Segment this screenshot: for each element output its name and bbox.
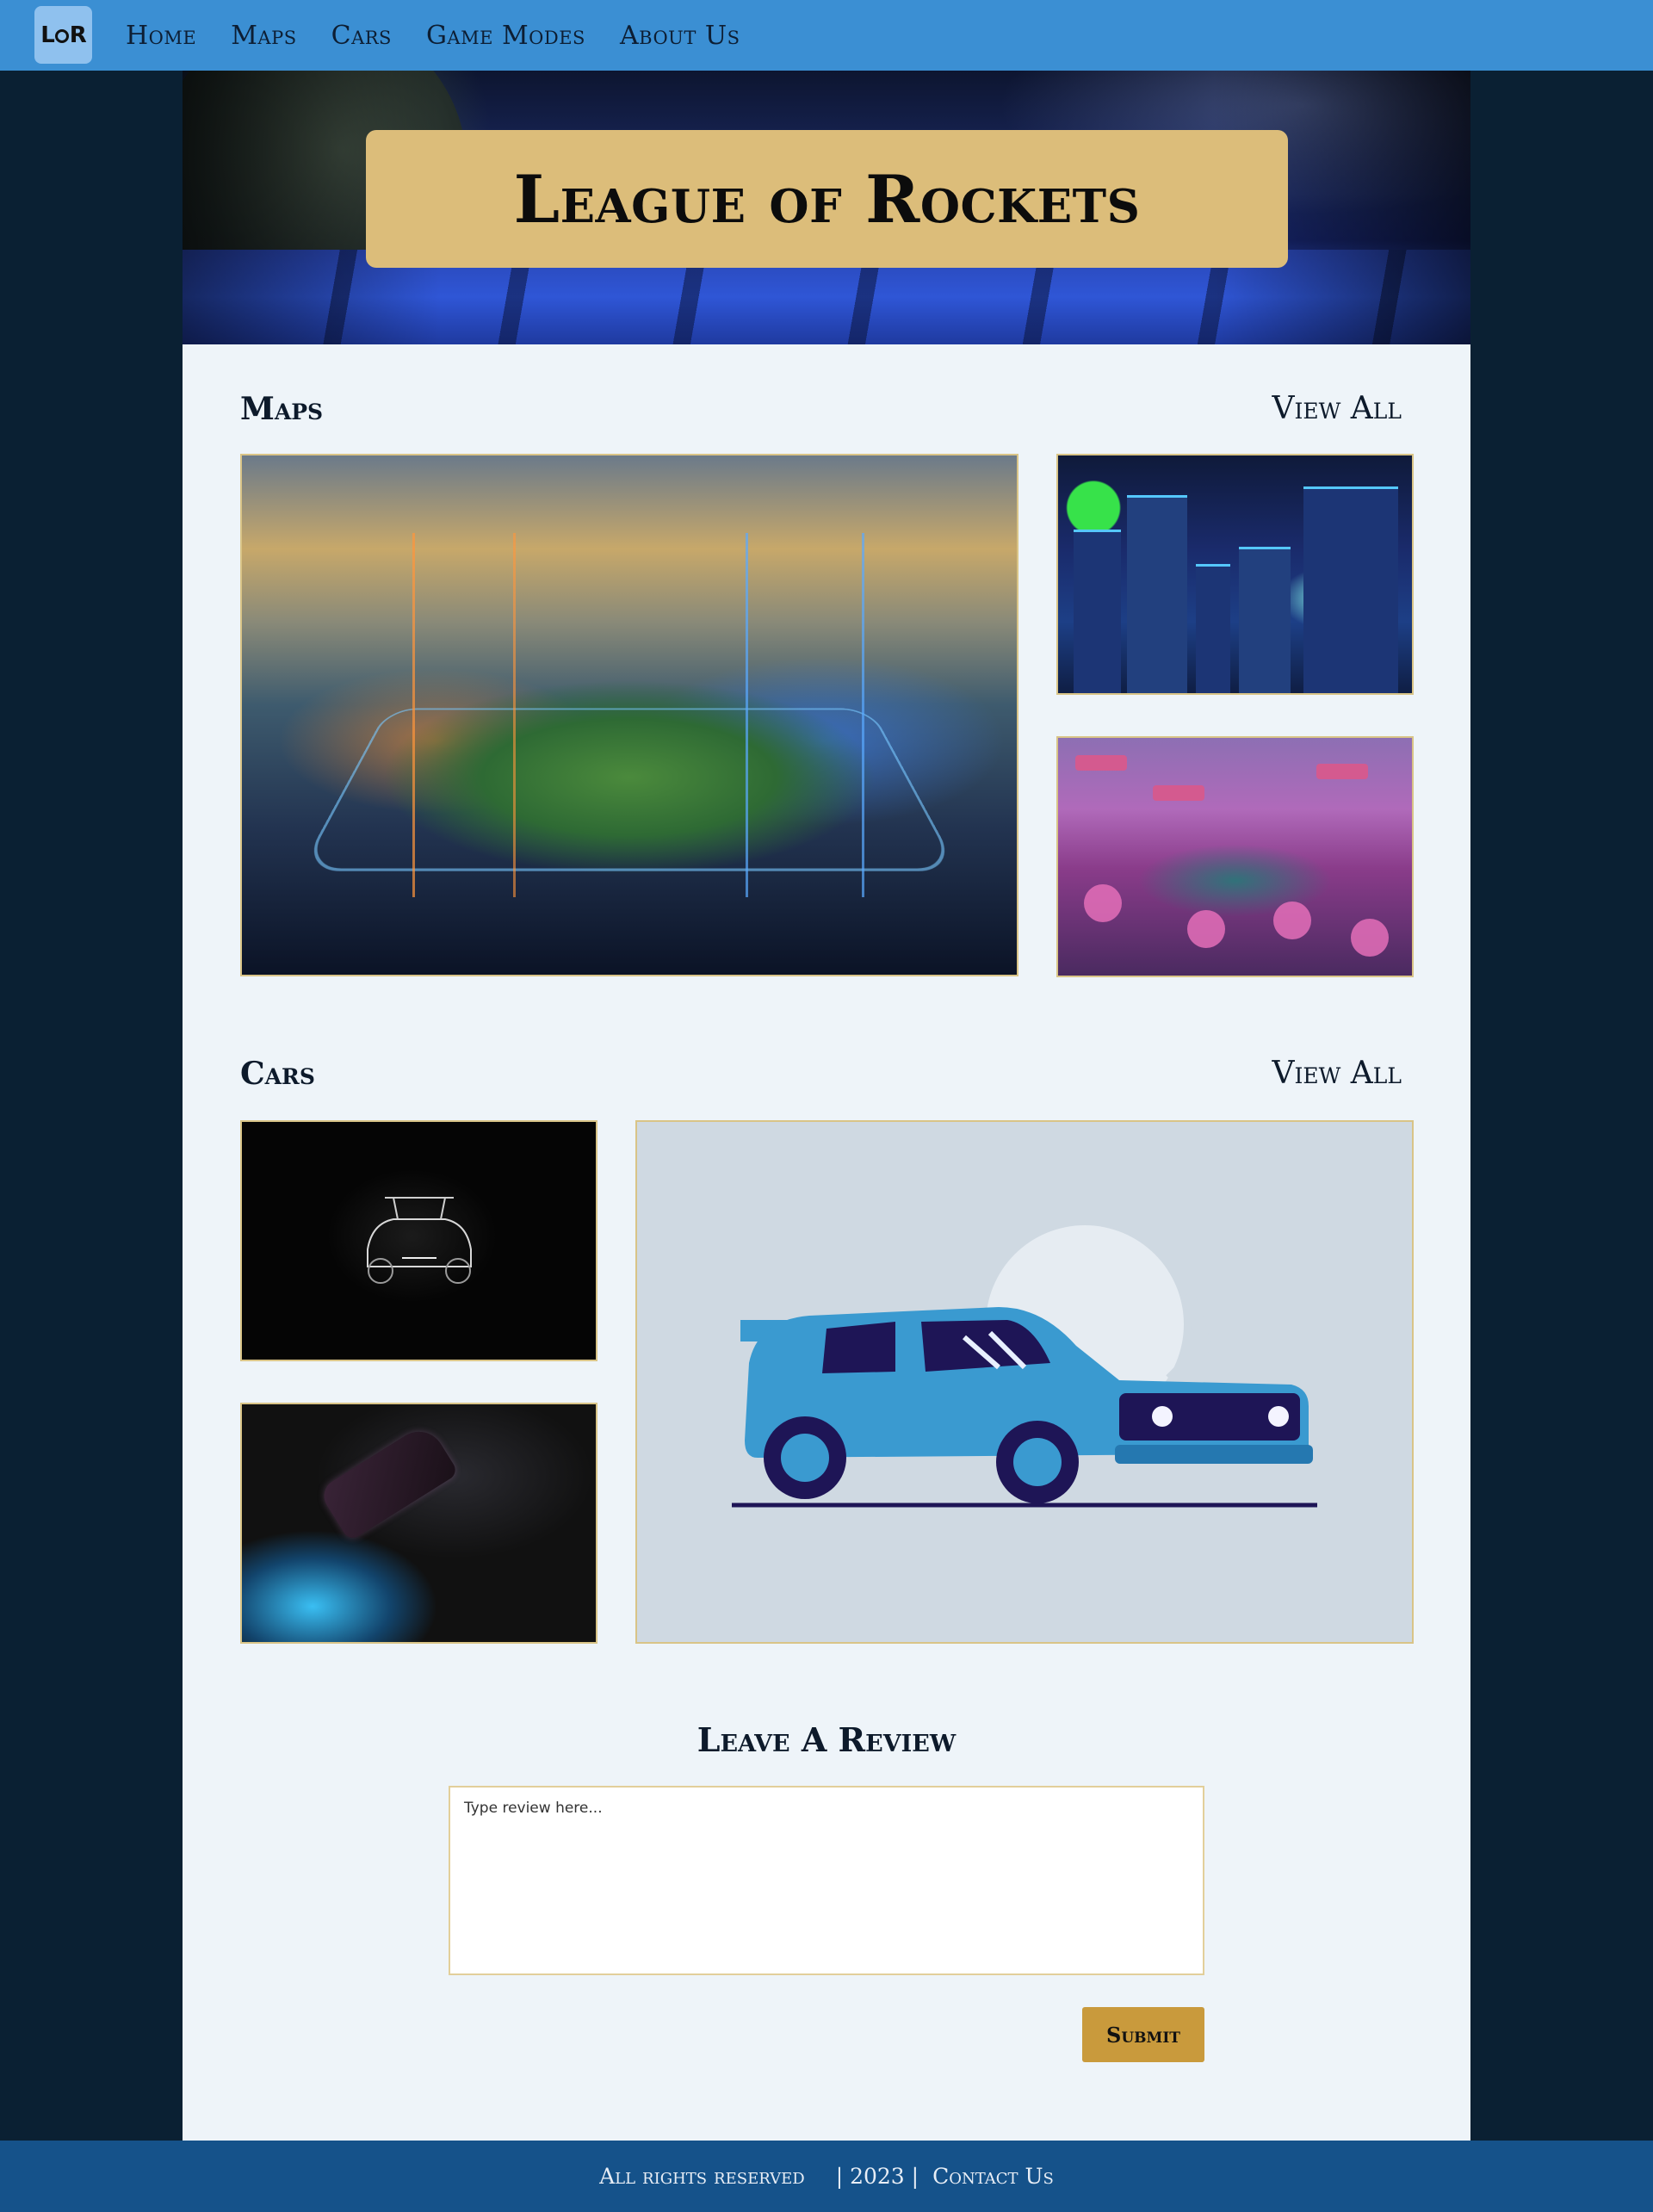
cars-heading: Cars — [240, 1056, 315, 1092]
footer-contact-link[interactable]: Contact Us — [932, 2164, 1054, 2189]
hero-title-banner: League of Rockets — [366, 130, 1288, 268]
nav-link-maps[interactable]: Maps — [231, 21, 296, 51]
hero-banner-image: League of Rockets — [183, 71, 1470, 344]
maps-heading: Maps — [240, 391, 324, 427]
car-illustration-icon — [732, 1225, 1317, 1508]
cars-view-all-link[interactable]: View All — [1272, 1056, 1402, 1091]
logo-letter-l: L — [40, 22, 55, 48]
page-title: League of Rockets — [513, 160, 1141, 238]
footer: All rights reserved | 2023 | Contact Us — [0, 2141, 1653, 2212]
nav-link-game-modes[interactable]: Game Modes — [426, 21, 585, 51]
footer-rights: All rights reserved — [599, 2164, 805, 2189]
map-neon-city-image[interactable] — [1056, 454, 1414, 695]
car-octane-image[interactable] — [240, 1120, 597, 1361]
site-logo[interactable]: LR — [34, 6, 92, 64]
logo-ring-icon — [54, 28, 69, 43]
page-content: League of Rockets Maps View All Cars Vie… — [183, 71, 1470, 2141]
nav-links: Home Maps Cars Game Modes About Us — [126, 0, 740, 71]
maps-view-all-link[interactable]: View All — [1272, 391, 1402, 426]
car-dominus-image[interactable] — [240, 1403, 597, 1644]
car-silhouette-icon — [366, 1197, 472, 1284]
submit-button[interactable]: Submit — [1082, 2007, 1204, 2062]
navbar: LR Home Maps Cars Game Modes About Us — [0, 0, 1653, 71]
map-temple-image[interactable] — [1056, 736, 1414, 977]
footer-year: | 2023 | — [835, 2164, 919, 2189]
car-fennec-illustration[interactable] — [635, 1120, 1414, 1644]
review-textarea[interactable] — [449, 1786, 1204, 1975]
nav-link-about-us[interactable]: About Us — [620, 21, 740, 51]
nav-link-cars[interactable]: Cars — [331, 21, 392, 51]
review-heading: Leave A Review — [696, 1720, 957, 1759]
logo-letter-r: R — [69, 22, 87, 48]
map-stadium-image[interactable] — [240, 454, 1018, 976]
nav-link-home[interactable]: Home — [126, 21, 196, 51]
